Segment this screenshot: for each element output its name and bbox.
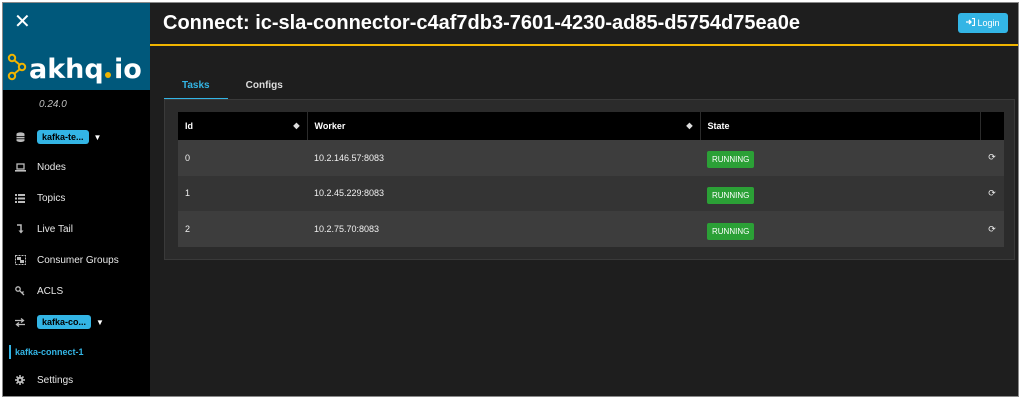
restart-icon[interactable]: ⟳ [980, 211, 1004, 247]
task-id: 2 [178, 211, 307, 247]
database-icon [3, 132, 37, 142]
sidebar-item-settings[interactable]: Settings [3, 369, 150, 391]
restart-icon[interactable]: ⟳ [980, 140, 1004, 176]
sidebar-item-topics[interactable]: Topics [3, 187, 150, 209]
task-id: 1 [178, 175, 307, 212]
status-badge: RUNNING [707, 222, 755, 240]
table-row: 0 10.2.146.57:8083 RUNNING ⟳ [178, 140, 1004, 176]
login-button[interactable]: Login [958, 13, 1008, 33]
sort-icon[interactable]: ◆ [686, 121, 692, 130]
connect-selector[interactable]: kafka-co... ▼ [3, 311, 150, 333]
laptop-icon [3, 162, 37, 172]
sidebar-item-nodes[interactable]: Nodes [3, 156, 150, 178]
sidebar-item-consumer-groups[interactable]: Consumer Groups [3, 249, 150, 271]
sidebar-item-label: Nodes [37, 161, 66, 173]
title-bar: Connect: ic-sla-connector-c4af7db3-7601-… [150, 3, 1018, 46]
column-header-state: State [700, 112, 981, 140]
login-label: Login [977, 18, 1000, 28]
column-header-worker[interactable]: Worker ◆ [307, 112, 701, 140]
tab-tasks[interactable]: Tasks [164, 76, 228, 100]
status-badge: RUNNING [707, 186, 755, 204]
app-version: 0.24.0 [39, 99, 67, 110]
sidebar-subitem-kafka-connect-1[interactable]: kafka-connect-1 [9, 345, 84, 359]
exchange-icon [3, 317, 37, 327]
tasks-table: Id ◆ Worker ◆ State 0 10.2.146.57:8083 RUN… [178, 112, 1005, 247]
table-row: 1 10.2.45.229:8083 RUNNING ⟳ [178, 175, 1004, 212]
app-window: ✕ akhq io 0.24.0 kafka-te... ▼ Nodes Top… [2, 2, 1019, 397]
task-worker: 10.2.75.70:8083 [307, 211, 700, 247]
column-header-id[interactable]: Id ◆ [178, 112, 308, 140]
task-id: 0 [178, 140, 307, 176]
sidebar-item-live-tail[interactable]: Live Tail [3, 218, 150, 240]
restart-icon[interactable]: ⟳ [980, 175, 1004, 212]
list-icon [3, 193, 37, 203]
cluster-selector[interactable]: kafka-te... ▼ [3, 126, 150, 148]
tasks-panel: Id ◆ Worker ◆ State 0 10.2.146.57:8083 RUN… [164, 99, 1015, 260]
table-header-row: Id ◆ Worker ◆ State [178, 112, 1005, 140]
task-state-cell: RUNNING [700, 211, 980, 247]
column-header-actions [980, 112, 1005, 140]
task-state-cell: RUNNING [700, 140, 980, 176]
status-badge: RUNNING [707, 151, 755, 169]
sidebar-item-label: Topics [37, 192, 66, 204]
logo-area: ✕ akhq io [3, 3, 150, 90]
caret-down-icon: ▼ [96, 317, 104, 327]
sidebar-item-label: Consumer Groups [37, 254, 119, 266]
svg-text:akhq: akhq [29, 54, 104, 85]
sidebar: ✕ akhq io 0.24.0 kafka-te... ▼ Nodes Top… [3, 3, 150, 396]
column-label: Id [185, 121, 193, 131]
caret-down-icon: ▼ [93, 132, 102, 142]
task-state-cell: RUNNING [700, 175, 980, 212]
table-row: 2 10.2.75.70:8083 RUNNING ⟳ [178, 211, 1004, 247]
gear-icon [3, 375, 37, 385]
sidebar-item-acls[interactable]: ACLS [3, 280, 150, 302]
svg-text:io: io [114, 54, 142, 85]
sidebar-item-label: ACLS [37, 285, 64, 297]
connect-select-button[interactable]: kafka-co... [37, 315, 92, 329]
task-worker: 10.2.146.57:8083 [307, 140, 700, 176]
task-worker: 10.2.45.229:8083 [307, 175, 700, 212]
close-sidebar-icon[interactable]: ✕ [14, 12, 31, 32]
cluster-select-button[interactable]: kafka-te... [37, 130, 89, 144]
sort-icon[interactable]: ◆ [293, 121, 299, 130]
key-icon [3, 286, 37, 296]
level-down-icon [3, 224, 37, 234]
tabs: Tasks Configs [164, 76, 301, 100]
sign-in-icon [966, 17, 976, 28]
page-title: Connect: ic-sla-connector-c4af7db3-7601-… [163, 12, 800, 34]
object-group-icon [3, 255, 37, 265]
sidebar-item-label: Live Tail [37, 223, 73, 235]
sidebar-item-label: Settings [37, 374, 74, 386]
main-content: Connect: ic-sla-connector-c4af7db3-7601-… [150, 3, 1018, 396]
tab-configs[interactable]: Configs [228, 76, 301, 100]
akhq-logo[interactable]: akhq io [7, 46, 147, 86]
column-label: Worker [314, 121, 346, 131]
